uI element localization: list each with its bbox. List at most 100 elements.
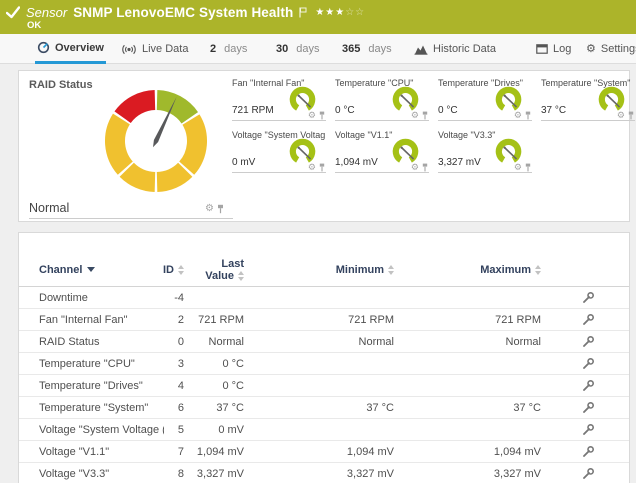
channel-name: Temperature "Drives" [19,380,164,392]
gauge-settings-icon[interactable]: ⚙ [514,111,522,120]
overview-gauge-icon [37,41,50,54]
tab-historic-data[interactable]: Historic Data [412,34,498,64]
tab-overview[interactable]: Overview [35,34,106,64]
tab-label: Overview [55,42,104,54]
column-header-channel[interactable]: Channel [19,264,164,276]
mini-gauge-grid: Fan "Internal Fan" 721 RPM ⚙ [229,77,635,173]
column-header-id[interactable]: ID [164,264,184,276]
raid-status-gauge-title: RAID Status [29,79,93,91]
gauge-value: 721 RPM [232,105,274,116]
mini-gauge-tile: Temperature "CPU" 0 °C ⚙ [332,77,429,121]
mini-gauge-tile: Voltage "System Voltage (12... 0 mV ⚙ [229,129,326,173]
object-kind-label: Sensor [26,5,67,20]
channel-name: Fan "Internal Fan" [19,314,164,326]
column-header-maximum[interactable]: Maximum [399,264,546,276]
channel-minimum: Normal [249,336,399,348]
channel-settings-wrench-icon[interactable] [582,358,594,370]
gauge-settings-icon[interactable]: ⚙ [411,163,419,172]
channel-last-value: Normal [184,336,249,348]
status-ok-check-icon [6,6,20,19]
stars-empty: ☆☆ [345,7,365,18]
pin-icon[interactable] [422,163,428,172]
tab-365-days[interactable]: 365days [340,34,394,64]
channel-last-value: 0 °C [184,380,249,392]
channel-row[interactable]: Temperature "CPU" 3 0 °C [19,353,629,375]
channel-settings-wrench-icon[interactable] [582,402,594,414]
gauge-settings-icon[interactable]: ⚙ [308,163,316,172]
column-header-minimum[interactable]: Minimum [249,264,399,276]
pin-icon[interactable] [628,111,634,120]
mini-gauge-tile: Temperature "System" 37 °C ⚙ [538,77,635,121]
pin-icon[interactable] [422,111,428,120]
tab-settings[interactable]: ⚙ Settings [584,34,636,64]
sort-icon [388,265,394,275]
divider [29,218,233,219]
channel-settings-wrench-icon[interactable] [582,336,594,348]
channel-id: 8 [164,468,184,480]
channel-name: Downtime [19,292,164,304]
divider [335,172,429,173]
pin-icon[interactable] [217,204,224,214]
channel-row[interactable]: Downtime -4 [19,287,629,309]
sensor-status-badge: OK [27,20,41,31]
channel-settings-wrench-icon[interactable] [582,424,594,436]
tab-label: 2 [210,43,216,55]
channel-row[interactable]: Temperature "Drives" 4 0 °C [19,375,629,397]
tab-label: Live Data [142,43,188,55]
channel-maximum: 721 RPM [399,314,546,326]
live-data-broadcast-icon [121,44,137,55]
tab-2-days[interactable]: 2days [208,34,249,64]
gauge-value: 3,327 mV [438,157,481,168]
channel-row[interactable]: Voltage "V3.3" 8 3,327 mV 3,327 mV 3,327… [19,463,629,483]
channel-row[interactable]: Temperature "System" 6 37 °C 37 °C 37 °C [19,397,629,419]
channel-settings-wrench-icon[interactable] [582,380,594,392]
tab-log[interactable]: Log [534,34,573,64]
tab-label: 365 [342,43,360,55]
pin-icon[interactable] [525,111,531,120]
priority-stars[interactable]: ★★★☆☆ [315,7,365,18]
channel-settings-wrench-icon[interactable] [582,446,594,458]
tab-30-days[interactable]: 30days [274,34,322,64]
divider [438,120,532,121]
historic-data-chart-icon [414,44,428,55]
channel-id: 6 [164,402,184,414]
tab-live-data[interactable]: Live Data [119,34,190,64]
channel-minimum: 37 °C [249,402,399,414]
sort-desc-icon [87,267,95,272]
gauge-settings-icon[interactable]: ⚙ [411,111,419,120]
channel-last-value: 0 °C [184,358,249,370]
channel-settings-wrench-icon[interactable] [582,468,594,480]
channel-last-value: 3,327 mV [184,468,249,480]
channel-maximum: 3,327 mV [399,468,546,480]
mini-gauge-tile: Voltage "V3.3" 3,327 mV ⚙ [435,129,532,173]
sensor-title: SNMP LenovoEMC System Health [73,5,293,20]
channel-settings-wrench-icon[interactable] [582,314,594,326]
settings-gear-icon: ⚙ [586,44,596,55]
column-header-label: Maximum [480,264,531,276]
channel-row[interactable]: Fan "Internal Fan" 2 721 RPM 721 RPM 721… [19,309,629,331]
gauge-settings-icon[interactable]: ⚙ [205,204,214,214]
overview-gauges-panel: RAID Status Normal ⚙ Fan "Internal Fan" [18,70,630,222]
tab-label: Settings [601,43,636,55]
divider [335,120,429,121]
channel-name: Temperature "System" [19,402,164,414]
channel-row[interactable]: RAID Status 0 Normal Normal Normal [19,331,629,353]
channel-maximum: 37 °C [399,402,546,414]
channel-row[interactable]: Voltage "V1.1" 7 1,094 mV 1,094 mV 1,094… [19,441,629,463]
channel-settings-wrench-icon[interactable] [582,292,594,304]
gauge-settings-icon[interactable]: ⚙ [617,111,625,120]
gauge-settings-icon[interactable]: ⚙ [308,111,316,120]
pin-icon[interactable] [525,163,531,172]
divider [541,120,635,121]
sort-icon [535,265,541,275]
pin-icon[interactable] [319,111,325,120]
raid-status-gauge [98,83,214,199]
column-header-last-value[interactable]: Last Value [184,258,249,282]
channel-row[interactable]: Voltage "System Voltage (... 5 0 mV [19,419,629,441]
column-header-label: Minimum [336,264,384,276]
raid-status-value: Normal [29,201,69,215]
gauge-settings-icon[interactable]: ⚙ [514,163,522,172]
pin-icon[interactable] [319,163,325,172]
channel-last-value: 721 RPM [184,314,249,326]
channel-name: Voltage "V3.3" [19,468,164,480]
